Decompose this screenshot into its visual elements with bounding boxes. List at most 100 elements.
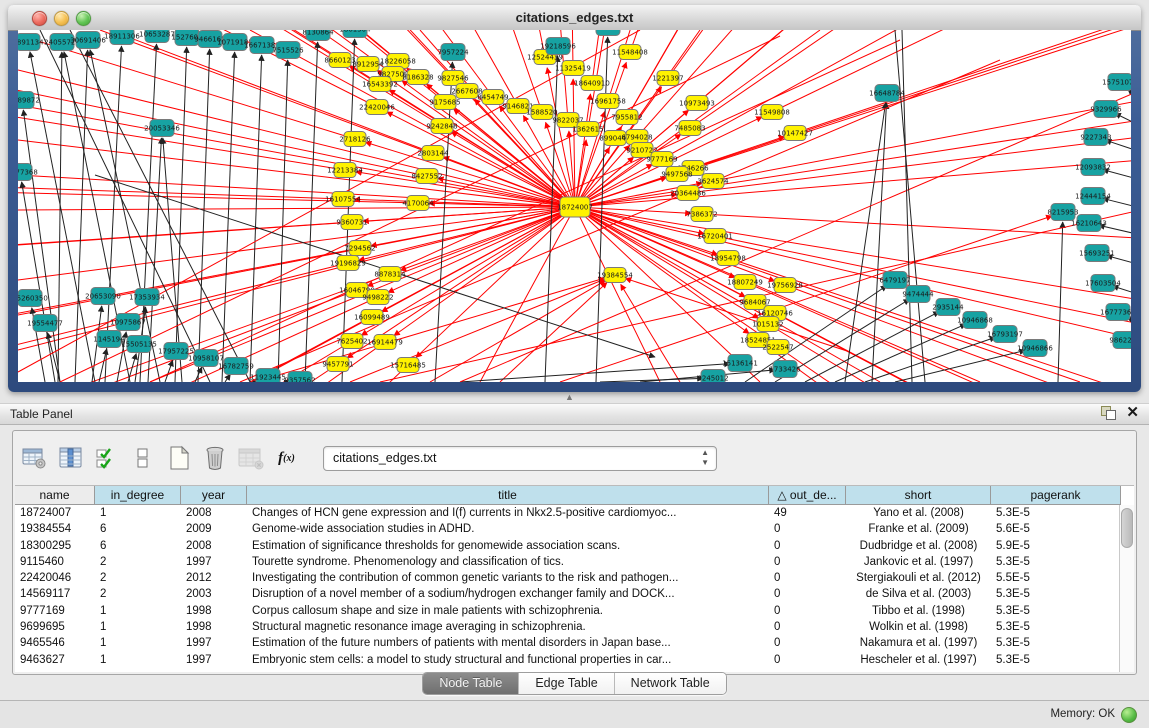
cell-in_degree[interactable]: 2 xyxy=(95,570,181,586)
panel-resize-handle-icon[interactable]: ▲ xyxy=(565,392,574,402)
cell-year[interactable]: 1998 xyxy=(181,603,247,619)
table-row[interactable]: 977716911998Corpus callosum shape and si… xyxy=(15,603,1134,619)
network-graph[interactable]: 8660123891295418226058982750981863289827… xyxy=(18,30,1131,382)
table-settings-icon[interactable] xyxy=(21,445,48,472)
cell-short[interactable]: Yano et al. (2008) xyxy=(846,505,991,521)
merge-rows-icon[interactable] xyxy=(129,445,156,472)
cell-year[interactable]: 2008 xyxy=(181,538,247,554)
column-header-pagerank[interactable]: pagerank xyxy=(991,486,1121,505)
table-row[interactable]: 1872400712008Changes of HCN gene express… xyxy=(15,505,1134,521)
cell-name[interactable]: 22420046 xyxy=(15,570,95,586)
table-row[interactable]: 1456911722003Disruption of a novel membe… xyxy=(15,586,1134,602)
cell-pagerank[interactable]: 5.3E-5 xyxy=(991,603,1121,619)
column-header-short[interactable]: short xyxy=(846,486,991,505)
cell-in_degree[interactable]: 1 xyxy=(95,603,181,619)
cell-in_degree[interactable]: 1 xyxy=(95,505,181,521)
cell-in_degree[interactable]: 1 xyxy=(95,635,181,651)
cell-title[interactable]: Tourette syndrome. Phenomenology and cla… xyxy=(247,554,769,570)
cell-in_degree[interactable]: 1 xyxy=(95,652,181,668)
cell-short[interactable]: de Silva et al. (2003) xyxy=(846,586,991,602)
network-window-titlebar[interactable]: citations_edges.txt xyxy=(8,5,1141,31)
cell-year[interactable]: 1998 xyxy=(181,619,247,635)
cell-year[interactable]: 2012 xyxy=(181,570,247,586)
cell-pagerank[interactable]: 5.3E-5 xyxy=(991,554,1121,570)
cell-out_de[interactable]: 0 xyxy=(769,521,846,537)
cell-title[interactable]: Genome-wide association studies in ADHD. xyxy=(247,521,769,537)
cell-title[interactable]: Changes of HCN gene expression and I(f) … xyxy=(247,505,769,521)
cell-in_degree[interactable]: 6 xyxy=(95,538,181,554)
cell-out_de[interactable]: 0 xyxy=(769,538,846,554)
cell-title[interactable]: Estimation of the future numbers of pati… xyxy=(247,635,769,651)
cell-short[interactable]: Stergiakouli et al. (2012) xyxy=(846,570,991,586)
cell-year[interactable]: 2008 xyxy=(181,505,247,521)
cell-title[interactable]: Embryonic stem cells: a model to study s… xyxy=(247,652,769,668)
column-header-name[interactable]: name xyxy=(15,486,95,505)
tab-edge-table[interactable]: Edge Table xyxy=(519,673,614,694)
cell-title[interactable]: Structural magnetic resonance image aver… xyxy=(247,619,769,635)
table-row[interactable]: 946554611997Estimation of the future num… xyxy=(15,635,1134,651)
table-row[interactable]: 2242004622012Investigating the contribut… xyxy=(15,570,1134,586)
column-header-title[interactable]: title xyxy=(247,486,769,505)
table-row[interactable]: 911546021997Tourette syndrome. Phenomeno… xyxy=(15,554,1134,570)
table-row[interactable]: 946362711997Embryonic stem cells: a mode… xyxy=(15,652,1134,668)
cell-in_degree[interactable]: 2 xyxy=(95,554,181,570)
cell-name[interactable]: 9463627 xyxy=(15,652,95,668)
cell-out_de[interactable]: 0 xyxy=(769,586,846,602)
delete-table-icon[interactable] xyxy=(237,445,264,472)
cell-name[interactable]: 19384554 xyxy=(15,521,95,537)
scrollbar-thumb[interactable] xyxy=(1121,508,1133,548)
cell-pagerank[interactable]: 5.3E-5 xyxy=(991,652,1121,668)
cell-pagerank[interactable]: 5.5E-5 xyxy=(991,570,1121,586)
table-row[interactable]: 969969511998Structural magnetic resonanc… xyxy=(15,619,1134,635)
cell-in_degree[interactable]: 1 xyxy=(95,619,181,635)
cell-year[interactable]: 2003 xyxy=(181,586,247,602)
delete-rows-icon[interactable] xyxy=(201,445,228,472)
cell-title[interactable]: Corpus callosum shape and size in male p… xyxy=(247,603,769,619)
cell-out_de[interactable]: 0 xyxy=(769,619,846,635)
cell-name[interactable]: 9777169 xyxy=(15,603,95,619)
panel-divider[interactable]: ▲ xyxy=(0,392,1149,403)
cell-pagerank[interactable]: 5.3E-5 xyxy=(991,635,1121,651)
select-columns-icon[interactable] xyxy=(93,445,120,472)
cell-short[interactable]: Franke et al. (2009) xyxy=(846,521,991,537)
cell-out_de[interactable]: 49 xyxy=(769,505,846,521)
cell-out_de[interactable]: 0 xyxy=(769,603,846,619)
cell-out_de[interactable]: 0 xyxy=(769,554,846,570)
table-row[interactable]: 1830029562008Estimation of significance … xyxy=(15,538,1134,554)
cell-year[interactable]: 1997 xyxy=(181,652,247,668)
cell-pagerank[interactable]: 5.6E-5 xyxy=(991,521,1121,537)
cell-title[interactable]: Disruption of a novel member of a sodium… xyxy=(247,586,769,602)
cell-year[interactable]: 2009 xyxy=(181,521,247,537)
function-builder-icon[interactable]: f(x) xyxy=(273,445,300,472)
network-canvas[interactable]: 8660123891295418226058982750981863289827… xyxy=(18,30,1131,382)
cell-in_degree[interactable]: 6 xyxy=(95,521,181,537)
cell-short[interactable]: Wolkin et al. (1998) xyxy=(846,619,991,635)
cell-pagerank[interactable]: 5.3E-5 xyxy=(991,586,1121,602)
cell-pagerank[interactable]: 5.3E-5 xyxy=(991,619,1121,635)
column-header-out_de[interactable]: △ out_de... xyxy=(769,486,846,505)
tab-node-table[interactable]: Node Table xyxy=(423,673,519,694)
cell-short[interactable]: Nakamura et al. (1997) xyxy=(846,635,991,651)
column-header-in_degree[interactable]: in_degree xyxy=(95,486,181,505)
tab-network-table[interactable]: Network Table xyxy=(615,673,726,694)
cell-name[interactable]: 9699695 xyxy=(15,619,95,635)
vertical-scrollbar[interactable] xyxy=(1119,505,1134,672)
cell-name[interactable]: 18724007 xyxy=(15,505,95,521)
memory-status-icon[interactable] xyxy=(1121,707,1137,723)
cell-name[interactable]: 18300295 xyxy=(15,538,95,554)
cell-short[interactable]: Jankovic et al. (1997) xyxy=(846,554,991,570)
cell-year[interactable]: 1997 xyxy=(181,635,247,651)
cell-title[interactable]: Estimation of significance thresholds fo… xyxy=(247,538,769,554)
show-columns-icon[interactable] xyxy=(57,445,84,472)
cell-pagerank[interactable]: 5.9E-5 xyxy=(991,538,1121,554)
cell-short[interactable]: Hescheler et al. (1997) xyxy=(846,652,991,668)
cell-out_de[interactable]: 0 xyxy=(769,570,846,586)
table-select-dropdown[interactable]: citations_edges.txt ▲▼ xyxy=(323,446,717,471)
cell-out_de[interactable]: 0 xyxy=(769,652,846,668)
table-row[interactable]: 1938455462009Genome-wide association stu… xyxy=(15,521,1134,537)
cell-title[interactable]: Investigating the contribution of common… xyxy=(247,570,769,586)
cell-out_de[interactable]: 0 xyxy=(769,635,846,651)
cell-year[interactable]: 1997 xyxy=(181,554,247,570)
column-header-year[interactable]: year xyxy=(181,486,247,505)
cell-name[interactable]: 9115460 xyxy=(15,554,95,570)
